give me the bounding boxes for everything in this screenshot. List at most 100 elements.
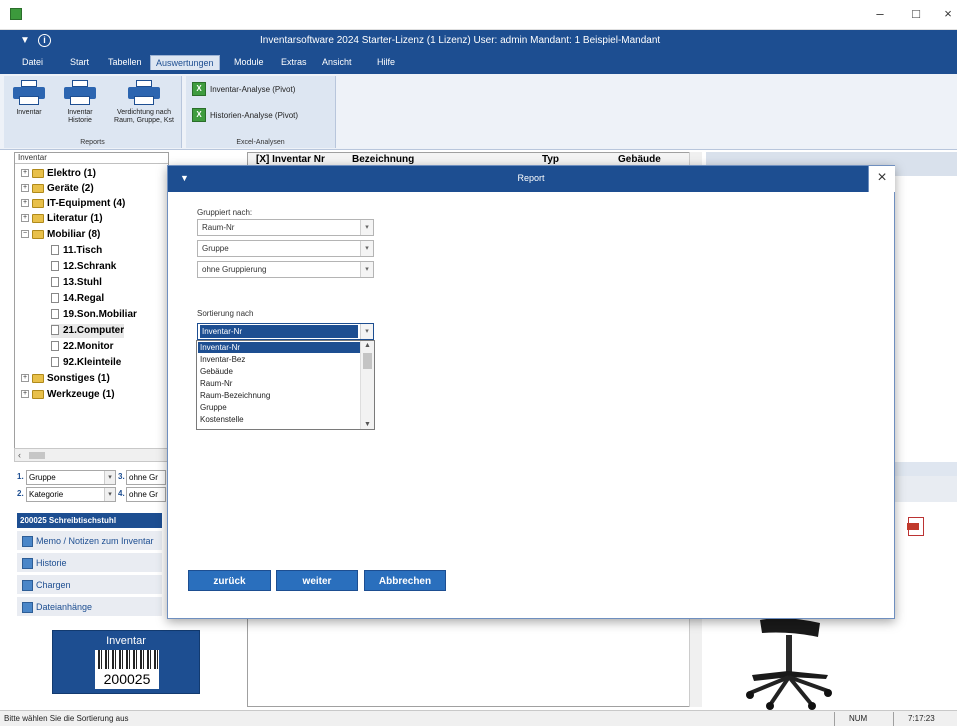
memo-icon <box>22 536 33 548</box>
close-window-button[interactable]: × <box>938 6 957 22</box>
dateianhaenge-link[interactable]: Dateianhänge <box>17 597 162 617</box>
memo-link[interactable]: Memo / Notizen zum Inventar <box>17 531 162 551</box>
document-icon <box>51 277 59 288</box>
menu-module[interactable]: Module <box>234 57 264 67</box>
scroll-down-icon[interactable]: ▼ <box>364 421 371 428</box>
expand-icon[interactable]: + <box>21 184 29 193</box>
expand-icon[interactable]: + <box>21 169 29 178</box>
ribbon-group-reports: Inventar Inventar Historie Verdichtung n… <box>4 76 182 148</box>
menu-auswertungen[interactable]: Auswertungen <box>150 55 220 70</box>
tree-node-mobiliar[interactable]: − Mobiliar (8) <box>21 228 100 242</box>
next-button[interactable]: weiter <box>276 570 358 591</box>
folder-icon <box>32 198 44 208</box>
menu-extras[interactable]: Extras <box>281 57 307 67</box>
menu-bar: Datei Start Tabellen Auswertungen Module… <box>0 52 957 74</box>
dialog-title: Report <box>517 173 545 183</box>
pdf-icon[interactable] <box>907 517 924 536</box>
printer-icon <box>64 80 96 106</box>
tree-node-elektro[interactable]: + Elektro (1) <box>21 167 96 181</box>
menu-datei[interactable]: Datei <box>22 57 43 67</box>
report-verdichtung-label: Verdichtung nach Raum, Gruppe, Kst <box>114 109 174 124</box>
chair-image <box>746 618 832 710</box>
tree-node-sonstiges[interactable]: + Sonstiges (1) <box>21 372 110 386</box>
group2-select[interactable]: Kategorie ▾ <box>26 487 116 502</box>
history-icon <box>22 558 33 570</box>
group4-number: 4. <box>118 489 125 498</box>
tree-node-schrank[interactable]: 12.Schrank <box>51 260 116 274</box>
document-icon <box>51 261 59 272</box>
back-button[interactable]: zurück <box>188 570 271 591</box>
tree-node-werkzeuge[interactable]: + Werkzeuge (1) <box>21 388 115 402</box>
maximize-button[interactable]: □ <box>906 6 926 22</box>
expand-icon[interactable]: + <box>21 390 29 399</box>
chevron-down-icon: ▾ <box>360 241 373 256</box>
tree-node-geraete[interactable]: + Geräte (2) <box>21 182 94 196</box>
sort-option-inventar-nr[interactable]: Inventar-Nr <box>198 342 360 353</box>
grouping-select-2[interactable]: Gruppe ▾ <box>197 240 374 257</box>
report-historie-button[interactable]: Inventar Historie <box>62 80 98 125</box>
scroll-left-icon[interactable]: ‹ <box>18 450 21 460</box>
chevron-down-icon: ▾ <box>360 324 373 339</box>
sort-option-gruppe[interactable]: Gruppe <box>198 402 360 413</box>
menu-tabellen[interactable]: Tabellen <box>108 57 142 67</box>
tree-node-literatur[interactable]: + Literatur (1) <box>21 212 103 226</box>
printer-icon <box>128 80 160 106</box>
grouping-select-1[interactable]: Raum-Nr ▾ <box>197 219 374 236</box>
collapse-icon[interactable]: − <box>21 230 29 239</box>
attachment-icon <box>22 602 33 614</box>
tree-horizontal-scrollbar[interactable]: ‹ <box>14 448 169 462</box>
window-title: Inventarsoftware 2024 Starter-Lizenz (1 … <box>260 35 661 46</box>
group1-select[interactable]: Gruppe ▾ <box>26 470 116 485</box>
sort-option-raum-nr[interactable]: Raum-Nr <box>198 378 360 389</box>
ribbon-group-excel: X Inventar-Analyse (Pivot) X Historien-A… <box>186 76 336 148</box>
scroll-up-icon[interactable]: ▲ <box>364 342 371 349</box>
chevron-down-icon: ▾ <box>360 262 373 277</box>
sort-option-raum-bezeichnung[interactable]: Raum-Bezeichnung <box>198 390 360 401</box>
minimize-button[interactable]: – <box>870 6 890 22</box>
report-inventar-label: Inventar <box>16 109 42 116</box>
group4-select[interactable]: ohne Gr <box>126 487 166 502</box>
tree-node-son-mobiliar[interactable]: 19.Son.Mobiliar <box>51 308 137 322</box>
tree-node-kleinteile[interactable]: 92.Kleinteile <box>51 356 121 370</box>
menu-ansicht[interactable]: Ansicht <box>322 57 352 67</box>
window-chrome: – □ × <box>0 0 957 30</box>
menu-hilfe[interactable]: Hilfe <box>377 57 395 67</box>
sort-option-kostenstelle[interactable]: Kostenstelle <box>198 414 360 425</box>
folder-icon <box>32 373 44 383</box>
cancel-button[interactable]: Abbrechen <box>364 570 446 591</box>
tree-node-regal[interactable]: 14.Regal <box>51 292 104 306</box>
tree-node-stuhl[interactable]: 13.Stuhl <box>51 276 102 290</box>
group3-select[interactable]: ohne Gr <box>126 470 166 485</box>
report-inventar-button[interactable]: Inventar <box>12 80 46 117</box>
sort-select[interactable]: Inventar-Nr ▾ <box>197 323 374 340</box>
historie-link[interactable]: Historie <box>17 553 162 573</box>
dropdown-scrollbar[interactable]: ▲ ▼ <box>360 341 374 429</box>
sort-options-list[interactable]: Inventar-Nr Inventar-Bez Gebäude Raum-Nr… <box>196 340 375 430</box>
dialog-close-button[interactable]: × <box>868 166 895 192</box>
ribbon-group-label: Excel-Analysen <box>236 139 285 146</box>
tree-node-it-equipment[interactable]: + IT-Equipment (4) <box>21 197 125 211</box>
info-icon[interactable]: i <box>38 34 51 47</box>
folder-icon <box>32 168 44 178</box>
chevron-down-icon: ▾ <box>104 488 115 501</box>
grouping-select-3[interactable]: ohne Gruppierung ▾ <box>197 261 374 278</box>
menu-start[interactable]: Start <box>70 57 89 67</box>
ribbon: Inventar Inventar Historie Verdichtung n… <box>0 74 957 150</box>
historien-analyse-button[interactable]: Historien-Analyse (Pivot) <box>210 111 298 120</box>
sort-option-gebaeude[interactable]: Gebäude <box>198 366 360 377</box>
barcode-icon <box>95 650 159 670</box>
inventar-analyse-button[interactable]: Inventar-Analyse (Pivot) <box>210 85 295 94</box>
sort-option-inventar-bez[interactable]: Inventar-Bez <box>198 354 360 365</box>
expand-icon[interactable]: + <box>21 214 29 223</box>
expand-icon[interactable]: + <box>21 199 29 208</box>
report-verdichtung-button[interactable]: Verdichtung nach Raum, Gruppe, Kst <box>108 80 180 125</box>
group1-number: 1. <box>17 472 24 481</box>
tree-node-computer[interactable]: 21.Computer <box>51 324 125 338</box>
tree-node-monitor[interactable]: 22.Monitor <box>51 340 114 354</box>
chargen-link[interactable]: Chargen <box>17 575 162 595</box>
excel-icon: X <box>192 108 206 122</box>
sort-label: Sortierung nach <box>197 309 254 318</box>
quick-access-dropdown-icon[interactable]: ▼ <box>20 35 30 46</box>
expand-icon[interactable]: + <box>21 374 29 383</box>
tree-node-tisch[interactable]: 11.Tisch <box>51 244 102 258</box>
